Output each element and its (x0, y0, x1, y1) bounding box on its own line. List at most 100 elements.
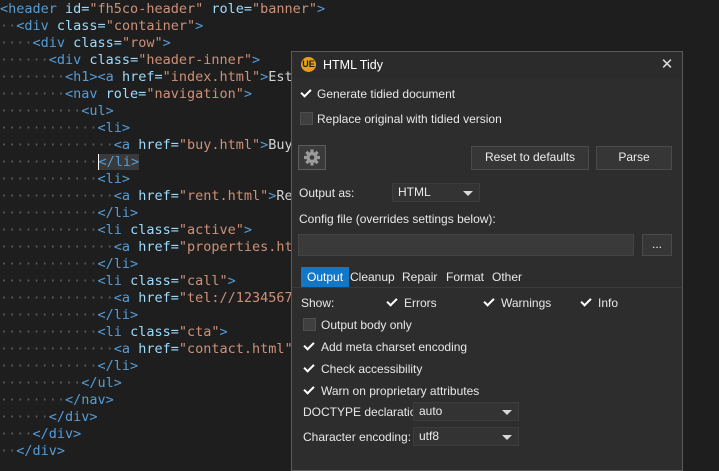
code-token: "container" (105, 18, 196, 34)
show-errors-label: Errors (404, 296, 437, 310)
tab-divider (292, 287, 682, 288)
indent-guides: ········ (0, 86, 66, 102)
indent-guides: ············ (0, 171, 98, 187)
code-token: <div (16, 18, 49, 34)
config-file-input[interactable] (298, 234, 634, 256)
code-line: ··············<a href="contact.html"> (0, 341, 301, 358)
config-file-label: Config file (overrides settings below): (299, 212, 496, 226)
code-token: <a (113, 188, 131, 204)
generate-checkbox[interactable] (300, 87, 313, 100)
code-token: </li> (97, 307, 139, 323)
code-token: <li> (97, 171, 131, 187)
indent-guides: ·· (0, 18, 17, 34)
output-body-only-checkbox[interactable] (303, 318, 316, 331)
tab-output[interactable]: Output (301, 267, 350, 287)
code-token: Buy (268, 137, 293, 153)
code-token: </ul> (81, 375, 122, 391)
browse-button[interactable]: ... (642, 234, 672, 256)
code-token: "banner" (252, 1, 318, 17)
code-token: <div (32, 35, 66, 51)
code-token: > (243, 222, 253, 238)
output-as-value: HTML (398, 185, 431, 199)
show-errors-checkbox[interactable] (386, 296, 399, 309)
code-token: href= (130, 341, 179, 357)
show-info-label: Info (598, 296, 619, 310)
code-token: > (162, 35, 171, 51)
code-token: href= (130, 239, 179, 255)
reset-defaults-button[interactable]: Reset to defaults (471, 146, 589, 170)
settings-button[interactable] (298, 145, 326, 170)
show-warnings-label: Warnings (501, 296, 552, 310)
code-token: "tel://12345678 (178, 290, 301, 306)
code-token: href= (130, 137, 179, 153)
code-token: class= (121, 222, 179, 238)
code-token: <a (113, 341, 131, 357)
code-token: role= (203, 1, 252, 17)
code-token: "index.html" (162, 69, 261, 85)
gear-icon (304, 149, 320, 166)
code-token: <li (97, 273, 122, 289)
indent-guides: ············ (0, 205, 98, 221)
code-token: "call" (178, 273, 228, 289)
tab-repair[interactable]: Repair (396, 267, 443, 287)
doctype-label: DOCTYPE declaration: (303, 405, 427, 419)
show-info-checkbox[interactable] (580, 296, 593, 309)
code-line: ········<h1><a href="index.html">Esta (0, 69, 301, 86)
meta-charset-checkbox[interactable] (303, 340, 316, 353)
encoding-value: utf8 (419, 429, 440, 443)
tab-format[interactable]: Format (440, 267, 490, 287)
encoding-select[interactable]: utf8 (413, 427, 519, 446)
code-token: </div> (16, 443, 66, 459)
code-token: "fh5co-header" (89, 1, 204, 17)
code-token: </nav> (65, 392, 114, 408)
code-token: <li (97, 222, 122, 238)
code-token: role= (97, 86, 147, 102)
code-token: "cta" (178, 324, 220, 340)
indent-guides: ···· (0, 426, 33, 442)
parse-button[interactable]: Parse (596, 146, 672, 170)
code-line: ····</div> (0, 426, 81, 443)
code-line: ··<div class="container"> (0, 18, 203, 35)
warn-proprietary-checkbox[interactable] (303, 384, 316, 397)
chevron-down-icon (463, 191, 473, 196)
dialog-title: HTML Tidy (323, 58, 383, 72)
code-line: ············<li class="call"> (0, 273, 236, 290)
output-as-select[interactable]: HTML (392, 183, 480, 202)
code-token: "properties.htm (178, 239, 301, 255)
generate-label: Generate tidied document (317, 87, 456, 101)
show-warnings-checkbox[interactable] (483, 296, 496, 309)
code-line: ············<li> (0, 171, 130, 188)
indent-guides: ············ (0, 307, 98, 323)
code-token: "active" (178, 222, 244, 238)
chevron-down-icon (502, 410, 512, 415)
code-line: ············</li> (0, 307, 138, 324)
code-token: "header-inner" (138, 52, 252, 68)
tab-cleanup[interactable]: Cleanup (344, 267, 401, 287)
indent-guides: ·· (0, 443, 17, 459)
code-token: </div> (48, 409, 98, 425)
code-line: ············<li class="cta"> (0, 324, 228, 341)
code-token: > (227, 273, 236, 289)
meta-charset-label: Add meta charset encoding (321, 340, 468, 354)
code-token: </li> (97, 154, 140, 170)
chevron-down-icon (502, 435, 512, 440)
code-token: <a (113, 239, 131, 255)
code-line: ········</nav> (0, 392, 114, 409)
check-accessibility-checkbox[interactable] (303, 362, 316, 375)
indent-guides: ············ (0, 358, 98, 374)
code-line: ······<div class="header-inner"> (0, 52, 260, 69)
indent-guides: ·········· (0, 375, 82, 391)
code-token: <h1> (65, 69, 98, 85)
indent-guides: ·············· (0, 137, 114, 153)
close-icon[interactable]: ✕ (656, 55, 678, 75)
doctype-select[interactable]: auto (413, 402, 519, 421)
encoding-label: Character encoding: (303, 430, 412, 444)
code-line: ··········<ul> (0, 103, 114, 120)
code-token: href= (113, 69, 163, 85)
show-label: Show: (301, 296, 335, 310)
tab-other[interactable]: Other (486, 267, 528, 287)
replace-checkbox[interactable] (300, 112, 313, 125)
indent-guides: ·············· (0, 290, 114, 306)
dialog-titlebar[interactable]: UE HTML Tidy ✕ (292, 52, 682, 78)
indent-guides: ············ (0, 256, 98, 272)
